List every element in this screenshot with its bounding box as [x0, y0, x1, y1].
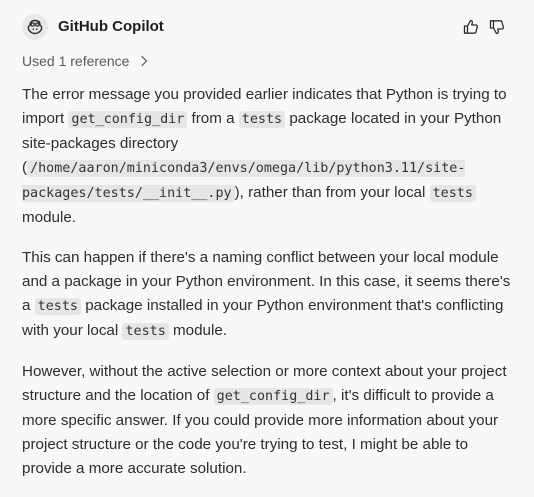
text: module.	[168, 322, 228, 339]
inline-code: get_config_dir	[68, 111, 188, 128]
chat-author-title: GitHub Copilot	[58, 18, 164, 35]
message-paragraph: The error message you provided earlier i…	[22, 83, 516, 230]
used-references-toggle[interactable]: Used 1 reference	[22, 53, 149, 69]
inline-code: tests	[429, 185, 476, 202]
thumbs-up-icon	[463, 19, 479, 34]
text: module.	[22, 209, 77, 226]
thumbs-up-button[interactable]	[460, 16, 482, 38]
message-paragraph: However, without the active selection or…	[22, 360, 516, 481]
copilot-icon	[22, 14, 48, 40]
assistant-message: The error message you provided earlier i…	[22, 83, 516, 497]
message-paragraph: This can happen if there's a naming conf…	[22, 246, 516, 344]
thumbs-down-icon	[489, 20, 505, 35]
chevron-right-icon	[139, 55, 149, 67]
inline-code: tests	[34, 298, 81, 315]
inline-code: tests	[238, 111, 286, 128]
text: from a	[187, 110, 239, 127]
inline-code: get_config_dir	[213, 388, 333, 405]
text: ), rather than from your local	[234, 184, 430, 201]
text: package installed in your Python environ…	[22, 297, 504, 339]
references-label: Used 1 reference	[22, 53, 130, 69]
thumbs-down-button[interactable]	[486, 16, 508, 38]
inline-code: tests	[122, 323, 169, 340]
chat-header: GitHub Copilot	[22, 14, 520, 42]
